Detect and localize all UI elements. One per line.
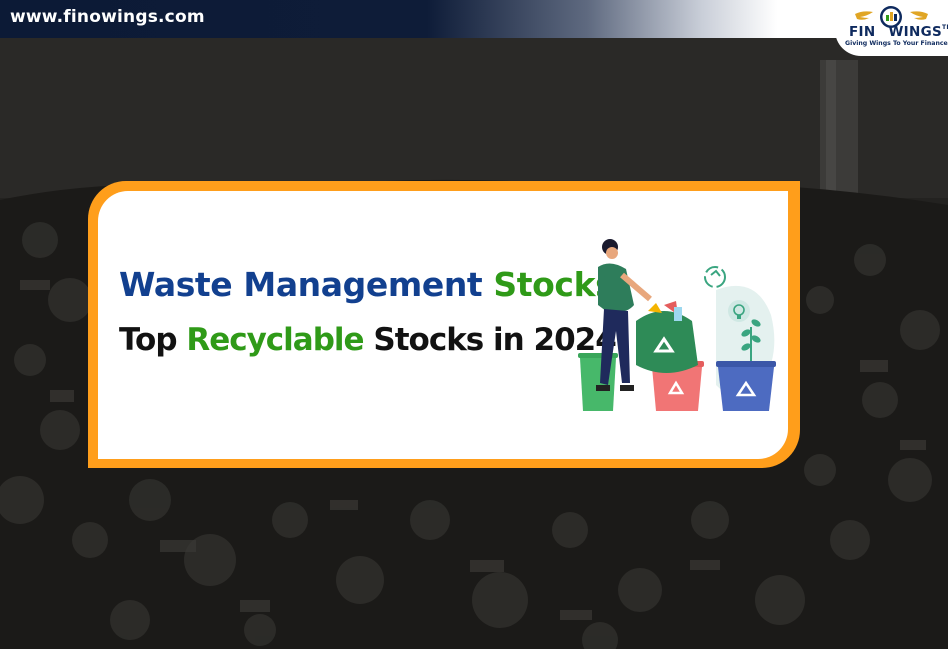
title-line-2: Top Recyclable Stocks in 2024 <box>119 322 617 358</box>
blue-recycle-bin-icon <box>716 361 776 411</box>
finowings-logo[interactable]: FINWINGSTM Giving Wings To Your Finance <box>835 0 948 56</box>
title-card: Waste Management Stocks: Top Recyclable … <box>88 181 800 468</box>
recycle-icon <box>704 266 726 288</box>
title-card-inner: Waste Management Stocks: Top Recyclable … <box>98 191 788 459</box>
site-url[interactable]: www.finowings.com <box>10 7 205 27</box>
green-recycle-bin-icon <box>578 353 618 411</box>
title-line-1: Waste Management Stocks: <box>119 265 628 304</box>
title-part-top: Top <box>119 322 178 358</box>
garbage-bag-icon <box>636 301 698 373</box>
title-part-recyclable: Recyclable <box>186 322 364 358</box>
lightbulb-icon <box>728 300 750 322</box>
title-part-waste-management: Waste Management <box>119 265 483 304</box>
person-icon <box>596 239 652 391</box>
logo-tagline: Giving Wings To Your Finance <box>845 40 948 47</box>
recycling-illustration <box>578 239 776 411</box>
logo-brand: FINWINGSTM <box>849 24 948 40</box>
header-bar: www.finowings.com <box>0 0 948 38</box>
